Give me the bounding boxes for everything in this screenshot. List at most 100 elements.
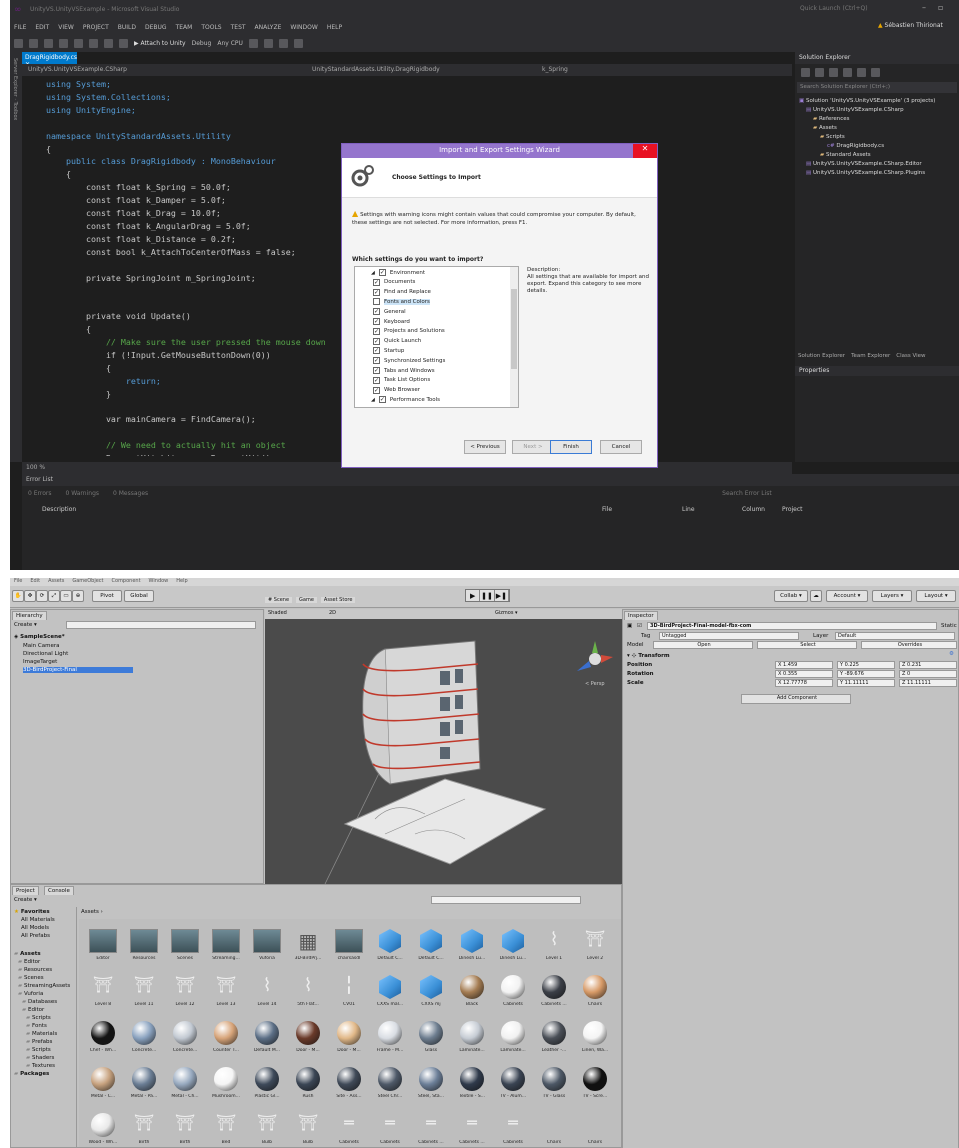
asset-item[interactable]: ⌇ 5th Flat...: [288, 973, 328, 1013]
settings-item[interactable]: ✓ Documents: [373, 278, 415, 286]
asset-item[interactable]: Mushroom...: [206, 1065, 246, 1105]
shading-dropdown[interactable]: Shaded: [268, 610, 287, 616]
solution-search-input[interactable]: Search Solution Explorer (Ctrl+;): [797, 82, 957, 93]
settings-checkbox[interactable]: ✓: [373, 337, 380, 345]
menu-analyze[interactable]: ANALYZE: [255, 24, 282, 31]
settings-gear-icon[interactable]: ⚙: [949, 651, 954, 657]
asset-item[interactable]: Concrete...: [165, 1019, 205, 1059]
settings-checkbox[interactable]: ✓: [378, 396, 386, 404]
save-icon[interactable]: [74, 38, 83, 48]
code-line[interactable]: public class DragRigidbody : MonoBehavio…: [46, 156, 276, 166]
settings-checkbox[interactable]: ✓: [373, 288, 380, 296]
tab-console[interactable]: Console: [44, 886, 74, 895]
asset-item[interactable]: ⌇ Level 1: [534, 927, 574, 967]
scene-tab[interactable]: Asset Store: [320, 597, 356, 603]
settings-item[interactable]: ✓ Keyboard: [373, 318, 410, 325]
column-description[interactable]: Description: [42, 506, 76, 513]
settings-checkbox[interactable]: ✓: [373, 367, 380, 374]
asset-item[interactable]: ⛩ Level 2: [575, 927, 615, 967]
code-line[interactable]: const float k_AngularDrag = 5.0f;: [46, 221, 251, 231]
menu-project[interactable]: PROJECT: [83, 24, 109, 31]
solution-tree-item[interactable]: ▣ Solution 'UnityVS.UnityVSExample' (3 p…: [799, 98, 935, 104]
transform-rotation-y-field[interactable]: Y -89.676: [837, 670, 895, 678]
code-line[interactable]: {: [46, 363, 111, 373]
open-icon[interactable]: [59, 38, 68, 48]
unity-menu-assets[interactable]: Assets: [48, 578, 64, 586]
asset-item[interactable]: Laminate...: [452, 1019, 492, 1059]
column-project[interactable]: Project: [782, 506, 803, 513]
solution-tree-item[interactable]: ▰ Assets: [813, 125, 837, 131]
settings-checkbox[interactable]: ✓: [373, 308, 380, 316]
asset-item[interactable]: ⛩ Bulb: [288, 1111, 328, 1148]
scene-root[interactable]: ◈ SampleScene*: [14, 634, 65, 640]
hierarchy-item[interactable]: 3D-BirdProject-Final: [23, 667, 133, 673]
asset-item[interactable]: Streaming...: [206, 927, 246, 967]
transform-tool-icon[interactable]: ⊕: [72, 590, 84, 602]
hand-tool-icon[interactable]: ✋: [12, 590, 24, 602]
messages-filter-button[interactable]: 0 Messages: [113, 490, 148, 500]
undo-icon[interactable]: [104, 38, 113, 48]
outdent-icon[interactable]: [293, 38, 303, 48]
tag-dropdown[interactable]: Untagged: [659, 632, 799, 640]
asset-item[interactable]: Black: [452, 973, 492, 1013]
scene-tab[interactable]: # Scene: [265, 597, 293, 603]
asset-item[interactable]: Metal - Ch...: [165, 1065, 205, 1105]
scene-tab[interactable]: Game: [296, 597, 317, 603]
code-line[interactable]: using System.Collections;: [46, 92, 171, 102]
static-toggle[interactable]: Static: [941, 623, 957, 629]
active-checkbox[interactable]: ☑: [637, 623, 642, 629]
menu-help[interactable]: HELP: [327, 24, 342, 31]
code-line[interactable]: // We need to actually hit an object: [46, 440, 286, 450]
settings-item[interactable]: ✓ General: [373, 308, 406, 316]
maximize-icon[interactable]: ▫: [938, 3, 943, 12]
folder-tree-item[interactable]: ▰ Prefabs: [26, 1039, 52, 1045]
settings-checkbox[interactable]: ✓: [373, 278, 380, 286]
settings-item[interactable]: ✓ Find and Replace: [373, 288, 431, 296]
column-line[interactable]: Line: [682, 506, 695, 513]
settings-checkbox[interactable]: ✓: [373, 347, 380, 355]
2d-toggle[interactable]: 2D: [329, 610, 336, 616]
tab-solution-explorer[interactable]: Solution Explorer: [798, 353, 845, 361]
asset-item[interactable]: Counter T...: [206, 1019, 246, 1059]
settings-item[interactable]: ✓ Synchronized Settings: [373, 357, 445, 365]
settings-checkbox[interactable]: [373, 298, 380, 306]
unity-menu-component[interactable]: Component: [112, 578, 141, 586]
asset-item[interactable]: Vuforia: [247, 927, 287, 967]
settings-item[interactable]: ✓ Task List Options: [373, 376, 430, 384]
settings-item[interactable]: Fonts and Colors: [373, 298, 430, 306]
solution-tree-item[interactable]: ▰ Scripts: [820, 134, 845, 140]
asset-item[interactable]: ═ Cabinets: [370, 1111, 410, 1148]
solution-tree-item[interactable]: ▰ Standard Assets: [820, 152, 871, 158]
settings-checkbox[interactable]: ✓: [373, 376, 380, 384]
asset-item[interactable]: Dinesh Lu...: [452, 927, 492, 967]
code-line[interactable]: {: [46, 324, 91, 334]
back-icon[interactable]: [14, 38, 23, 48]
asset-item[interactable]: Frame - M...: [370, 1019, 410, 1059]
scale-tool-icon[interactable]: ⤢: [48, 590, 60, 602]
menu-build[interactable]: BUILD: [118, 24, 136, 31]
asset-item[interactable]: Laminate...: [493, 1019, 533, 1059]
settings-checkbox[interactable]: ✓: [373, 327, 380, 335]
asset-item[interactable]: Glass: [411, 1019, 451, 1059]
asset-item[interactable]: ⛩ Level 8: [83, 973, 123, 1013]
asset-item[interactable]: Metal - C...: [83, 1065, 123, 1105]
asset-item[interactable]: ⛩ Bed: [206, 1111, 246, 1148]
folder-tree-item[interactable]: ▰ Resources: [18, 967, 52, 973]
unity-menu-edit[interactable]: Edit: [30, 578, 40, 586]
folder-tree-item[interactable]: ▰ Vuforia: [18, 991, 43, 997]
settings-item[interactable]: ◢ ✓ Environment: [371, 269, 425, 276]
account-dropdown[interactable]: Account ▾: [826, 590, 868, 602]
settings-item[interactable]: ✓ Projects and Solutions: [373, 327, 445, 335]
asset-item[interactable]: Resources: [124, 927, 164, 967]
solution-tree-item[interactable]: ▤ UnityVS.UnityVSExample.CSharp.Editor: [806, 161, 922, 167]
code-line[interactable]: {: [46, 169, 71, 179]
previous-button[interactable]: < Previous: [464, 440, 506, 454]
code-line[interactable]: RaycastHit hit = new RaycastHit();: [46, 453, 276, 456]
solution-tree-item[interactable]: ▤ UnityVS.UnityVSExample.CSharp.Plugins: [806, 170, 925, 176]
expand-arrow-icon[interactable]: ◢: [371, 270, 375, 276]
code-line[interactable]: const float k_Damper = 5.0f;: [46, 195, 226, 205]
asset-item[interactable]: Default C...: [411, 927, 451, 967]
nav-member-dropdown[interactable]: k_Spring: [542, 66, 568, 73]
refresh-icon[interactable]: [829, 68, 838, 77]
rotate-tool-icon[interactable]: ⟳: [36, 590, 48, 602]
